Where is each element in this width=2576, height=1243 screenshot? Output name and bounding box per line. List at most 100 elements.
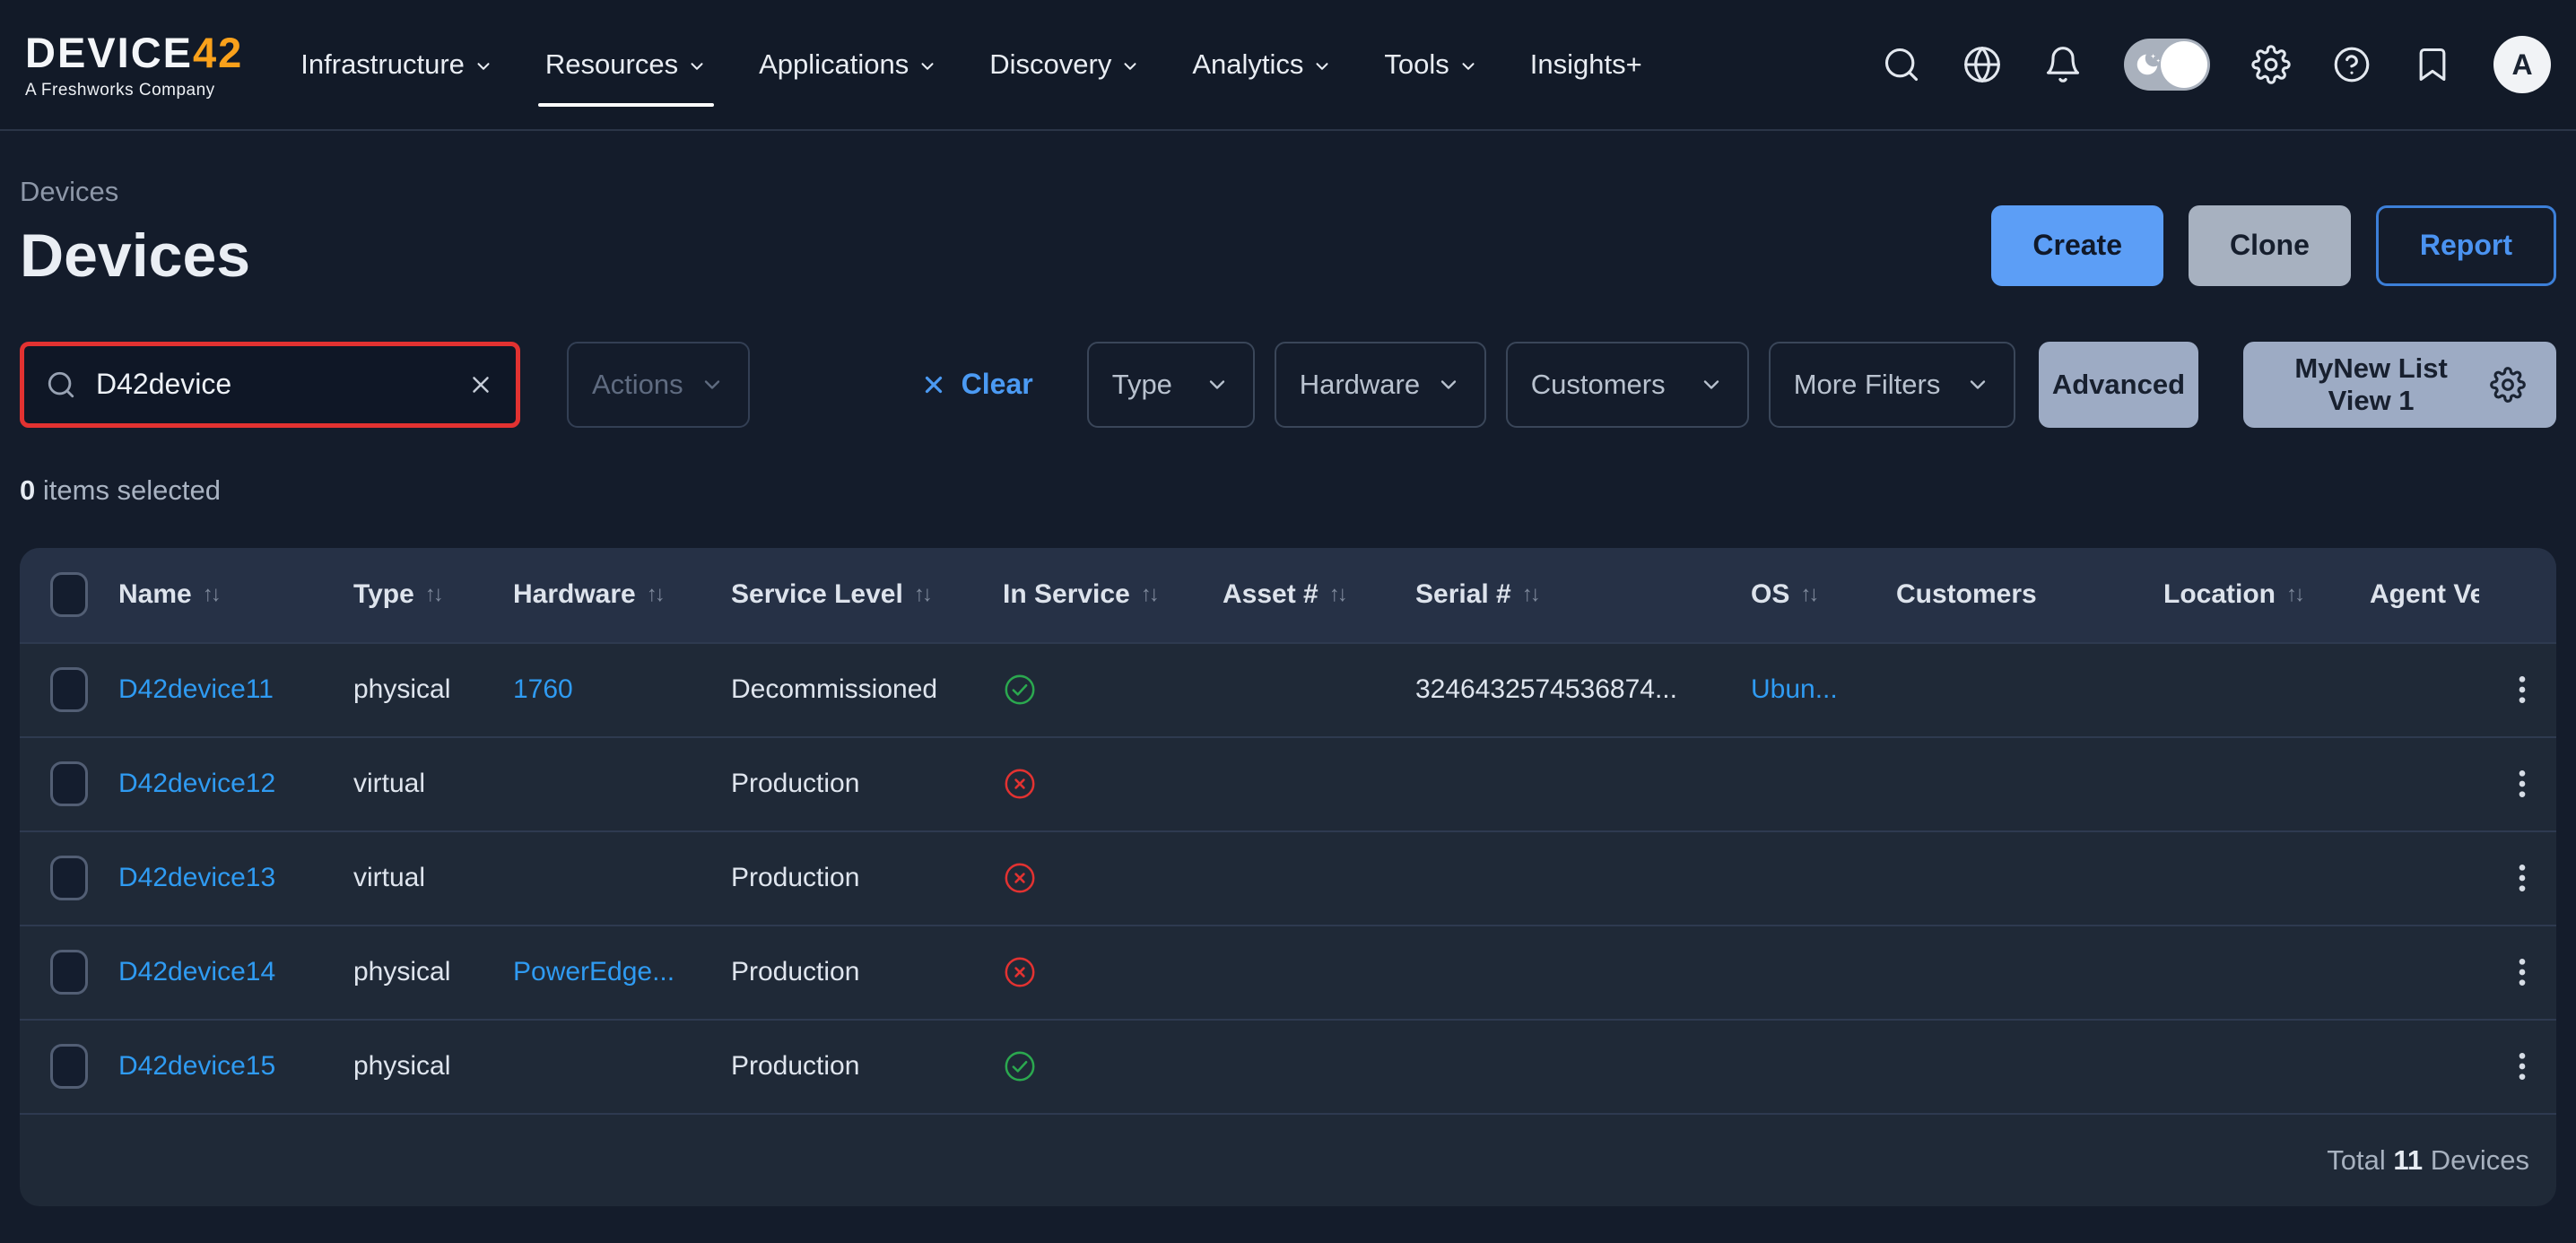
row-checkbox[interactable] xyxy=(50,667,88,712)
cell-type: physical xyxy=(353,957,513,987)
sort-icon[interactable]: ↑↓ xyxy=(425,582,441,607)
nav-item-tools[interactable]: Tools xyxy=(1384,0,1477,130)
search-input[interactable] xyxy=(94,367,449,402)
row-menu-kebab-icon[interactable] xyxy=(2504,1048,2540,1084)
clone-button[interactable]: Clone xyxy=(2189,205,2351,286)
os-link[interactable]: Ubun... xyxy=(1751,674,1838,705)
nav-item-applications[interactable]: Applications xyxy=(759,0,937,130)
sort-icon[interactable]: ↑↓ xyxy=(1800,582,1816,607)
row-checkbox-cell xyxy=(20,950,118,995)
row-checkbox-cell xyxy=(20,761,118,806)
sort-icon[interactable]: ↑↓ xyxy=(1522,582,1538,607)
row-menu-kebab-icon[interactable] xyxy=(2504,672,2540,708)
customers-filter-dropdown[interactable]: Customers xyxy=(1506,342,1749,428)
select-all-checkbox[interactable] xyxy=(50,572,88,617)
sort-icon[interactable]: ↑↓ xyxy=(1329,582,1345,607)
name-link[interactable]: D42device14 xyxy=(118,957,275,987)
logo-text: DEVICE42 xyxy=(25,31,243,74)
hardware-filter-dropdown[interactable]: Hardware xyxy=(1275,342,1486,428)
list-view-button[interactable]: MyNew List View 1 xyxy=(2243,342,2556,428)
column-header-label: Customers xyxy=(1896,579,2037,610)
toggle-knob[interactable] xyxy=(2161,41,2207,88)
sort-icon[interactable]: ↑↓ xyxy=(914,582,930,607)
actions-dropdown[interactable]: Actions xyxy=(567,342,750,428)
row-checkbox[interactable] xyxy=(50,1044,88,1089)
nav-item-resources[interactable]: Resources xyxy=(545,0,707,130)
bookmark-icon[interactable] xyxy=(2413,45,2452,84)
table-row: D42device14physicalPowerEdge...Productio… xyxy=(20,925,2556,1019)
sort-icon[interactable]: ↑↓ xyxy=(2286,582,2302,607)
row-checkbox[interactable] xyxy=(50,950,88,995)
column-header-name[interactable]: Name↑↓ xyxy=(118,579,353,610)
view-settings-gear-icon[interactable] xyxy=(2490,367,2526,403)
row-menu-kebab-icon[interactable] xyxy=(2504,860,2540,896)
logo-primary: DEVICE xyxy=(25,29,193,76)
table-row: D42device13 virtual Production xyxy=(20,830,2556,925)
bell-icon[interactable] xyxy=(2043,45,2083,84)
nav-item-discovery[interactable]: Discovery xyxy=(989,0,1140,130)
row-checkbox[interactable] xyxy=(50,856,88,900)
sort-icon[interactable]: ↑↓ xyxy=(203,582,219,607)
cell-service_level: Production xyxy=(731,1051,859,1082)
more-filters-filter-dropdown[interactable]: More Filters xyxy=(1769,342,2015,428)
cell-type: physical xyxy=(353,1051,450,1082)
actions-dropdown-label: Actions xyxy=(592,369,683,401)
cell-os: Ubun... xyxy=(1751,674,1896,705)
nav-item-label: Tools xyxy=(1384,48,1449,81)
column-header-asset[interactable]: Asset #↑↓ xyxy=(1223,579,1415,610)
report-button[interactable]: Report xyxy=(2376,205,2556,286)
column-header-in_service[interactable]: In Service↑↓ xyxy=(1003,579,1223,610)
column-header-location[interactable]: Location↑↓ xyxy=(2163,579,2370,610)
gear-icon[interactable] xyxy=(2251,45,2291,84)
device42-logo[interactable]: DEVICE42 A Freshworks Company xyxy=(25,31,243,99)
row-menu-kebab-icon[interactable] xyxy=(2504,954,2540,990)
hardware-link[interactable]: PowerEdge... xyxy=(513,957,674,987)
row-menu-kebab-icon[interactable] xyxy=(2504,766,2540,802)
nav-item-analytics[interactable]: Analytics xyxy=(1192,0,1332,130)
chevron-down-icon xyxy=(1965,372,1990,397)
nav-item-infrastructure[interactable]: Infrastructure xyxy=(300,0,493,130)
row-checkbox[interactable] xyxy=(50,761,88,806)
column-header-os[interactable]: OS↑↓ xyxy=(1751,579,1896,610)
column-header-type[interactable]: Type↑↓ xyxy=(353,579,513,610)
sort-icon[interactable]: ↑↓ xyxy=(1141,582,1157,607)
cell-type: virtual xyxy=(353,863,513,893)
avatar[interactable]: A xyxy=(2493,36,2551,93)
search-icon[interactable] xyxy=(1882,45,1921,84)
theme-toggle[interactable] xyxy=(2124,39,2210,91)
row-menu-cell xyxy=(2504,1048,2556,1084)
check-circle-icon xyxy=(1003,1049,1037,1083)
cell-type: physical xyxy=(353,674,513,705)
hardware-link[interactable]: 1760 xyxy=(513,674,573,705)
column-header-hardware[interactable]: Hardware↑↓ xyxy=(513,579,731,610)
globe-icon[interactable] xyxy=(1962,45,2002,84)
advanced-button[interactable]: Advanced xyxy=(2039,342,2198,428)
name-link[interactable]: D42device11 xyxy=(118,674,274,705)
cell-service_level: Production xyxy=(731,769,1003,799)
chevron-down-icon xyxy=(700,372,725,397)
create-button[interactable]: Create xyxy=(1991,205,2163,286)
help-icon[interactable] xyxy=(2332,45,2371,84)
x-circle-icon xyxy=(1003,955,1037,989)
row-checkbox-cell xyxy=(20,1044,118,1089)
nav-item-label: Insights+ xyxy=(1530,48,1642,81)
clear-filters-button[interactable]: Clear xyxy=(920,368,1033,401)
name-link[interactable]: D42device12 xyxy=(118,769,275,799)
page-action-buttons: Create Clone Report xyxy=(1991,205,2556,290)
cell-service_level: Production xyxy=(731,863,1003,893)
device-search-box[interactable] xyxy=(20,342,520,428)
column-header-service_level[interactable]: Service Level↑↓ xyxy=(731,579,1003,610)
type-filter-dropdown[interactable]: Type xyxy=(1087,342,1255,428)
row-menu-cell xyxy=(2504,860,2556,896)
column-header-customers[interactable]: Customers xyxy=(1896,579,2163,610)
nav-item-insights[interactable]: Insights+ xyxy=(1530,0,1642,130)
column-header-agent[interactable]: Agent Vers xyxy=(2370,579,2504,610)
selected-count: 0 xyxy=(20,474,35,506)
total-count: 11 xyxy=(2393,1144,2423,1177)
name-link[interactable]: D42device13 xyxy=(118,863,275,893)
name-link[interactable]: D42device15 xyxy=(118,1051,275,1082)
clear-search-icon[interactable] xyxy=(467,371,494,398)
cell-service_level: Decommissioned xyxy=(731,674,937,705)
sort-icon[interactable]: ↑↓ xyxy=(647,582,663,607)
column-header-serial[interactable]: Serial #↑↓ xyxy=(1415,579,1751,610)
